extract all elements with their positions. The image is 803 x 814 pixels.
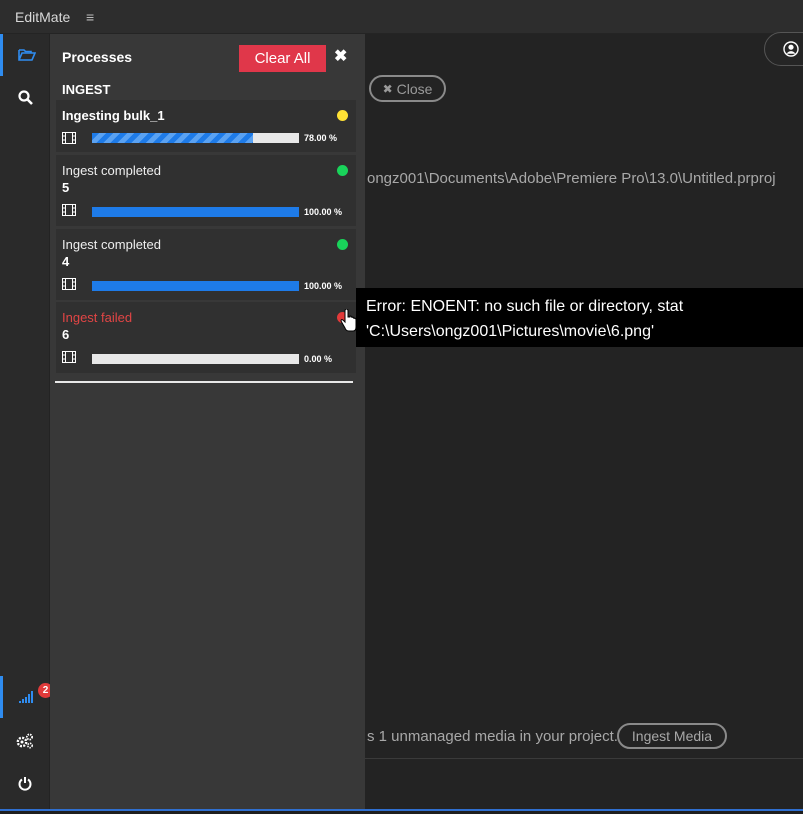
process-title: Ingest failed [62,310,133,325]
process-number: 6 [62,327,70,342]
process-card: Ingest completed 5 100.00 % [56,155,356,226]
tooltip-line-2: 'C:\Users\ongz001\Pictures\movie\6.png' [366,323,655,340]
hamburger-menu-icon[interactable]: ≡ [86,9,94,25]
close-x-icon: ✖ [382,81,393,96]
film-icon [62,132,76,144]
sidebar-item-settings[interactable] [0,720,50,762]
close-button[interactable]: ✖ Close [369,75,446,102]
progress-fill [92,281,299,291]
progress-percent: 100.00 % [304,207,343,217]
app-title: EditMate [15,9,71,25]
ingest-media-button[interactable]: Ingest Media [617,723,727,749]
progress-fill [92,207,299,217]
bottom-accent-line [0,809,803,811]
film-icon [62,204,76,216]
gears-icon [16,733,34,749]
process-number: 4 [62,254,70,269]
title-bar: EditMate ≡ [0,0,803,34]
processes-panel: Processes Clear All ✖ INGEST Ingesting b… [50,34,365,809]
progress-percent: 100.00 % [304,281,343,291]
process-title: Ingesting bulk_1 [62,108,165,123]
sidebar-item-processes[interactable]: 2 [0,676,53,718]
status-dot [337,165,348,176]
sidebar-item-search[interactable] [0,76,50,118]
process-card: Ingest completed 4 100.00 % [56,229,356,300]
error-tooltip: Error: ENOENT: no such file or directory… [356,288,803,347]
sidebar-item-projects[interactable] [0,34,50,76]
progress-percent: 78.00 % [304,133,338,143]
folder-open-icon [17,49,36,61]
sidebar-item-power[interactable] [0,762,50,804]
progress-percent: 0.00 % [304,354,333,364]
tooltip-line-1: Error: ENOENT: no such file or directory… [366,298,684,315]
panel-title: Processes [62,49,133,65]
film-icon [62,278,76,290]
close-label: Close [396,80,433,97]
panel-divider [55,381,353,383]
process-card: Ingesting bulk_1 78.00 % [56,100,356,152]
progress-bar [92,133,299,143]
process-title: Ingest completed [62,237,162,252]
user-avatar-icon [783,41,799,57]
search-icon [17,89,33,105]
film-icon [62,351,76,363]
clear-all-button[interactable]: Clear All [239,45,326,72]
footer-divider [365,758,803,759]
progress-bar [92,354,299,364]
progress-fill [92,133,254,143]
signal-bars-icon [18,691,33,703]
power-icon [18,776,32,791]
process-number: 5 [62,180,70,195]
panel-close-icon[interactable]: ✖ [334,46,347,66]
progress-bar [92,281,299,291]
section-label-ingest: INGEST [62,82,111,97]
progress-bar [92,207,299,217]
unmanaged-media-text: s 1 unmanaged media in your project. [367,728,618,745]
status-dot [337,110,348,121]
process-card: Ingest failed 6 0.00 % [56,302,356,373]
process-title: Ingest completed [62,163,162,178]
sidebar: 2 [0,34,53,810]
project-path: ongz001\Documents\Adobe\Premiere Pro\13.… [367,170,776,187]
user-menu-button[interactable] [764,32,803,66]
status-dot [337,239,348,250]
hand-cursor-icon [340,309,357,332]
